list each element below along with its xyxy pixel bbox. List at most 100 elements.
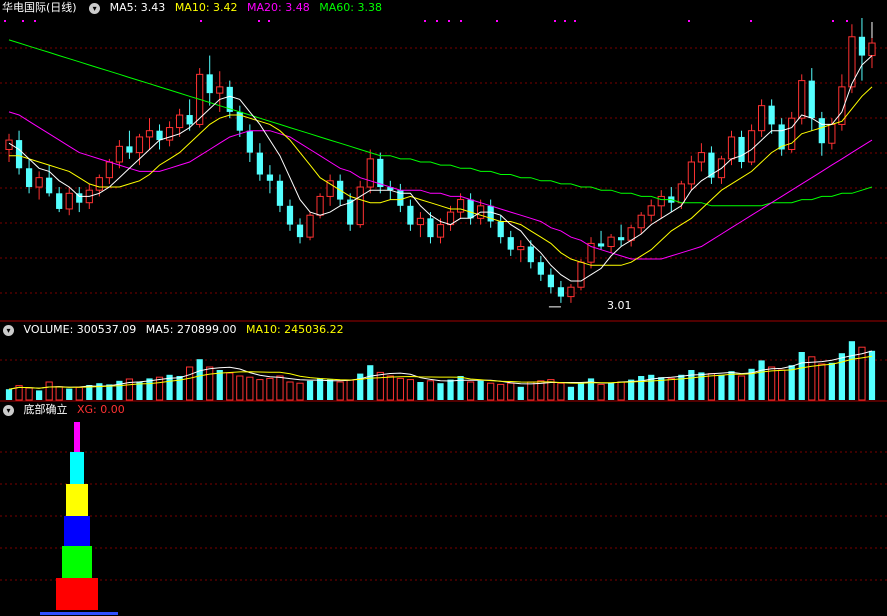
candle-body [557, 287, 565, 297]
volume-panel[interactable]: ▾ VOLUME: 300537.09 MA5: 270899.00 MA10:… [0, 322, 887, 402]
signal-tower-block [56, 578, 98, 610]
volume-bar [346, 379, 354, 401]
xg-label: XG: 0.00 [77, 403, 125, 416]
candle-body [56, 193, 63, 209]
candle-body [246, 130, 253, 153]
candle-body [416, 217, 425, 226]
indicator-header: ▾ 底部确立 XG: 0.00 [0, 402, 131, 418]
signal-dot [460, 20, 462, 22]
signal-tower-block [70, 452, 84, 484]
candlestick-chart[interactable] [0, 0, 887, 322]
signal-dot [574, 20, 576, 22]
price-panel[interactable]: 华电国际(日线) ▾ MA5: 3.43 MA10: 3.42 MA20: 3.… [0, 0, 887, 322]
signal-dot [424, 20, 426, 22]
indicator-toggle-icon[interactable]: ▾ [3, 404, 14, 416]
candle-body [427, 218, 434, 238]
indicator-panel[interactable]: ▾ 底部确立 XG: 0.00 [0, 402, 887, 616]
signal-dot [4, 20, 6, 22]
candle-body [747, 130, 756, 163]
signal-dot [688, 20, 690, 22]
volume-bar [607, 383, 615, 400]
settings-toggle-icon[interactable]: ▾ [89, 2, 101, 14]
volume-bar [256, 379, 264, 401]
candle-body [206, 74, 213, 94]
signal-dot [750, 20, 752, 22]
volume-bar [477, 380, 484, 400]
candle-body [286, 205, 294, 225]
candle-body [135, 136, 144, 154]
candle-body [145, 130, 154, 138]
candle-body [547, 274, 554, 288]
signal-dot [448, 20, 450, 22]
bottom-signal-chart[interactable] [0, 402, 887, 616]
candle-body [115, 145, 124, 163]
volume-bar [316, 378, 324, 400]
volume-bar [357, 373, 364, 400]
volume-bar [487, 382, 495, 401]
volume-bar [447, 379, 454, 400]
ma60-label: MA60: 3.38 [319, 1, 382, 14]
candle-body [186, 115, 193, 125]
volume-bar [296, 382, 304, 401]
ma20-label: MA20: 3.48 [247, 1, 310, 14]
candle-body [497, 221, 504, 238]
volume-toggle-icon[interactable]: ▾ [3, 324, 14, 336]
volume-bar [667, 377, 675, 401]
volume-bar [426, 380, 435, 401]
volume-bar [376, 371, 384, 401]
candle-body [156, 130, 163, 141]
candle-body [407, 205, 414, 225]
volume-bar [216, 370, 223, 400]
candle-body [788, 117, 796, 150]
volume-bar [45, 381, 53, 401]
volume-bar [437, 383, 444, 400]
candle-body [607, 236, 615, 248]
candle-body [517, 246, 525, 251]
candle-body [618, 237, 625, 241]
security-title: 华电国际(日线) [2, 1, 77, 14]
volume-bar [236, 375, 244, 401]
volume-bar [808, 356, 816, 401]
candle-body [527, 246, 534, 263]
volume-bar [146, 378, 153, 400]
candle-body [25, 168, 33, 188]
signal-dot [258, 20, 260, 22]
candle-body [467, 199, 474, 219]
candle-body [577, 261, 585, 288]
candle-body [105, 161, 113, 179]
volume-bar [828, 362, 835, 400]
candle-body [637, 214, 645, 229]
volume-bar [246, 376, 254, 401]
volume-ma10-label: MA10: 245036.22 [245, 323, 344, 336]
candle-body [266, 174, 274, 181]
volume-bar [557, 382, 565, 401]
signal-tower-block [62, 546, 92, 578]
candle-body [567, 286, 575, 298]
volume-bar [75, 386, 83, 401]
volume-bar [226, 372, 234, 401]
candle-body [296, 224, 304, 238]
volume-bar [768, 366, 776, 401]
candle-body [256, 152, 263, 175]
volume-bar [507, 382, 515, 401]
candle-body [808, 80, 815, 119]
volume-bar [36, 390, 43, 400]
volume-bar [868, 350, 876, 400]
candle-body [677, 183, 685, 204]
volume-bar [25, 387, 33, 401]
candle-body [306, 214, 314, 238]
candle-body [858, 36, 866, 56]
candle-body [828, 123, 836, 144]
volume-bar [136, 382, 143, 400]
volume-header: ▾ VOLUME: 300537.09 MA5: 270899.00 MA10:… [0, 322, 350, 338]
volume-bar [848, 341, 856, 400]
volume-bar [718, 374, 725, 400]
volume-bar [707, 373, 716, 401]
candle-body [316, 195, 324, 216]
candle-body [537, 262, 544, 275]
signal-tower-block [66, 484, 88, 516]
signal-dot [34, 20, 36, 22]
candle-body [757, 105, 766, 132]
volume-bar [367, 365, 374, 400]
volume-value-label: VOLUME: 300537.09 [23, 323, 137, 336]
